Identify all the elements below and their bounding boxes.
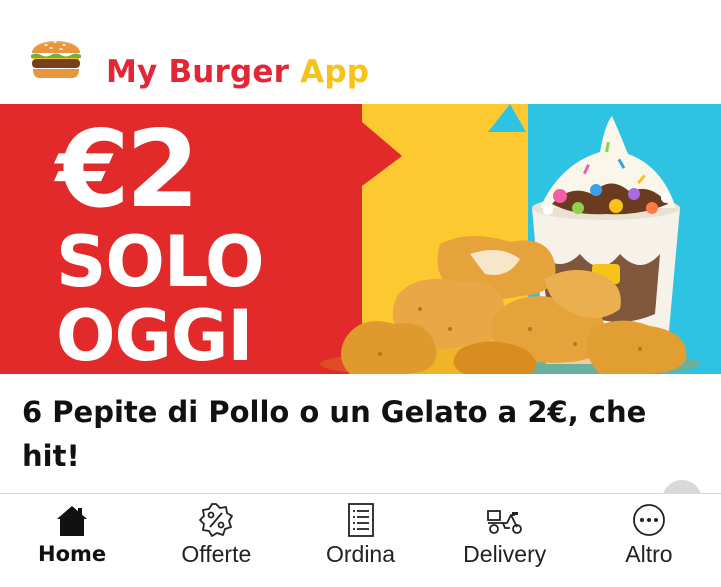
discount-icon <box>199 503 234 537</box>
nav-item-home[interactable]: Home <box>0 494 144 587</box>
app-title-part1: My Burger <box>106 54 290 90</box>
promo-headline[interactable]: 6 Pepite di Pollo o un Gelato a 2€, che … <box>22 390 712 478</box>
app-title: My Burger App <box>106 50 369 94</box>
nav-label-home: Home <box>38 542 107 566</box>
app-screen: My Burger App €2 SOLO OGGI 6 Pepite di P… <box>0 0 721 587</box>
promo-text: €2 SOLO OGGI <box>0 104 390 375</box>
app-header: My Burger App <box>0 0 721 104</box>
burger-icon <box>31 41 81 78</box>
nav-label-altro: Altro <box>625 541 673 567</box>
nav-label-offerte: Offerte <box>181 541 252 567</box>
scooter-icon <box>486 510 522 534</box>
bottom-navigation: Home Offerte Ordina Delivery Altro <box>0 493 721 587</box>
app-title-part2: App <box>300 54 370 90</box>
promo-price: €2 <box>56 108 200 231</box>
promo-line-solo: SOLO <box>56 221 265 303</box>
more-icon <box>633 504 665 536</box>
nav-label-ordina: Ordina <box>325 541 396 567</box>
menu-list-icon <box>347 503 374 537</box>
home-icon <box>57 506 88 536</box>
promo-line-oggi: OGGI <box>56 295 253 374</box>
nav-item-altro[interactable]: Altro <box>577 494 721 587</box>
promo-banner[interactable]: €2 SOLO OGGI <box>0 104 721 374</box>
nav-item-delivery[interactable]: Delivery <box>433 494 577 587</box>
nav-label-delivery: Delivery <box>463 541 547 567</box>
nav-item-ordina[interactable]: Ordina <box>288 494 432 587</box>
nav-item-offerte[interactable]: Offerte <box>144 494 288 587</box>
